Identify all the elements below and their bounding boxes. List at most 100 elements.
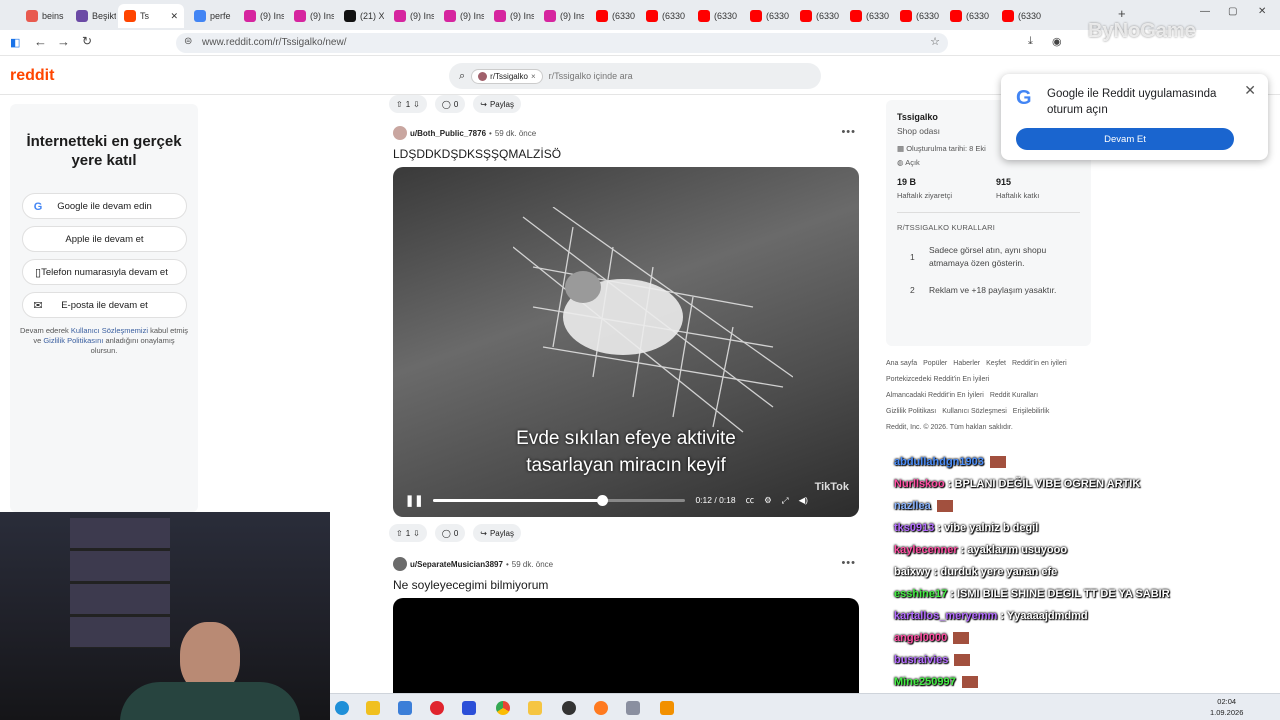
vlc-icon[interactable] xyxy=(660,701,674,715)
user-agreement-link[interactable]: Kullanıcı Sözleşmemizi xyxy=(71,326,148,335)
pause-icon[interactable]: ❚❚ xyxy=(405,494,423,507)
search-input[interactable]: ⌕ r/Tssigalko × r/Tssigalko içinde ara xyxy=(449,63,821,89)
browser-tab[interactable]: (6330 xyxy=(590,4,638,28)
minimize-icon[interactable]: — xyxy=(1200,6,1210,17)
comments-button[interactable]: ◯ 0 xyxy=(434,95,466,113)
browser-tab[interactable]: (6330 xyxy=(692,4,740,28)
post-title[interactable]: LDŞDDKDŞDKSŞŞQMALZİSÖ xyxy=(393,147,561,161)
app-icon[interactable] xyxy=(462,701,476,715)
browser-tab[interactable]: (6330 xyxy=(844,4,892,28)
app-icon[interactable] xyxy=(626,701,640,715)
store-icon[interactable] xyxy=(366,701,380,715)
video-player[interactable]: Evde sıkılan efeye aktivite tasarlayan m… xyxy=(393,167,859,517)
taskbar-clock[interactable]: 02:04 1.09.2026 xyxy=(1210,696,1243,718)
download-icon[interactable]: ⤓ xyxy=(1028,35,1033,48)
browser-tab[interactable]: Beşikt xyxy=(70,4,116,28)
chrome-icon[interactable] xyxy=(496,701,510,715)
continue-button[interactable]: Devam Et xyxy=(1016,128,1234,150)
captions-icon[interactable]: ㏄ xyxy=(746,494,755,506)
email-signin-button[interactable]: ✉ E-posta ile devam et xyxy=(22,292,187,318)
google-signin-button[interactable]: G Google ile devam edin xyxy=(22,193,187,219)
post-author[interactable]: u/SeparateMusician3897 xyxy=(410,560,503,569)
apple-signin-button[interactable]: Apple ile devam et xyxy=(22,226,187,252)
comments-button[interactable]: ◯ 0 xyxy=(434,524,466,542)
footer-link[interactable]: Keşfet xyxy=(986,360,1006,367)
new-tab-icon[interactable]: + xyxy=(1118,6,1126,21)
browser-tab[interactable]: (9) Ins xyxy=(488,4,534,28)
footer-link[interactable]: Reddit, Inc. © 2026. Tüm hakları saklıdı… xyxy=(886,424,1013,431)
close-icon[interactable]: × xyxy=(531,72,536,81)
browser-tab[interactable]: (6330 xyxy=(944,4,992,28)
footer-link[interactable]: Reddit Kuralları xyxy=(990,392,1038,399)
footer-link[interactable]: Erişilebilirlik xyxy=(1013,408,1050,415)
footer-link[interactable]: Almancadaki Reddit'in En İyileri xyxy=(886,392,984,399)
post-options-icon[interactable]: ••• xyxy=(841,126,856,138)
browser-tab[interactable]: (9) Ins xyxy=(538,4,584,28)
close-icon[interactable]: ✕ xyxy=(1244,82,1256,99)
video-player[interactable] xyxy=(393,598,859,693)
app-icon[interactable] xyxy=(398,701,412,715)
footer-link[interactable]: Portekizcedeki Reddit'in En İyileri xyxy=(886,376,989,383)
settings-gear-icon[interactable]: ⚙ xyxy=(764,495,772,506)
browser-tab[interactable]: (6330 xyxy=(640,4,688,28)
browser-tab[interactable]: (9) Ins xyxy=(438,4,484,28)
bookmark-star-icon[interactable]: ☆ xyxy=(930,35,940,48)
footer-link[interactable]: Popüler xyxy=(923,360,947,367)
volume-icon[interactable]: ◀) xyxy=(799,495,808,506)
footer-link[interactable]: Haberler xyxy=(953,360,980,367)
avatar[interactable] xyxy=(393,557,407,571)
subreddit-chip[interactable]: r/Tssigalko × xyxy=(471,68,543,84)
downvote-icon[interactable]: ⇩ xyxy=(413,100,420,109)
privacy-policy-link[interactable]: Gizlilik Politikasını xyxy=(43,336,103,345)
maximize-icon[interactable]: ▢ xyxy=(1228,6,1237,17)
browser-tab[interactable]: (6330 xyxy=(894,4,942,28)
vote-pill[interactable]: ⇧ 1 ⇩ xyxy=(389,95,427,113)
browser-tab[interactable]: perfe xyxy=(188,4,234,28)
share-button[interactable]: ↪ Paylaş xyxy=(473,95,521,113)
browser-tab[interactable]: (6330 xyxy=(794,4,842,28)
footer-link[interactable]: Gizlilik Politikası xyxy=(886,408,936,415)
sidebar-toggle-icon[interactable]: ◧ xyxy=(10,36,20,49)
share-button[interactable]: ↪ Paylaş xyxy=(473,524,521,542)
address-bar[interactable]: ⊜ www.reddit.com/r/Tssigalko/new/ ☆ xyxy=(176,33,948,53)
browser-tab[interactable]: (9) Ins xyxy=(388,4,434,28)
browser-tab[interactable]: (9) Ins xyxy=(288,4,334,28)
upvote-icon[interactable]: ⇧ xyxy=(396,529,403,538)
obs-icon[interactable] xyxy=(562,701,576,715)
post-author[interactable]: u/Both_Public_7876 xyxy=(410,129,486,138)
browser-tab[interactable]: Ts ✕ xyxy=(118,4,184,28)
footer-link[interactable]: Kullanıcı Sözleşmesi xyxy=(942,408,1007,415)
sidebar-divider xyxy=(897,212,1080,213)
upvote-icon[interactable]: ⇧ xyxy=(396,100,403,109)
folder-icon[interactable] xyxy=(528,701,542,715)
forward-icon[interactable]: → xyxy=(57,34,70,49)
post-options-icon[interactable]: ••• xyxy=(841,557,856,569)
firefox-icon[interactable] xyxy=(594,701,608,715)
browser-tab[interactable]: (6330 xyxy=(996,4,1044,28)
close-window-icon[interactable]: ✕ xyxy=(1258,6,1266,17)
browser-tab[interactable]: (21) X xyxy=(338,4,384,28)
downvote-icon[interactable]: ⇩ xyxy=(413,529,420,538)
reload-icon[interactable]: ↻ xyxy=(82,34,92,48)
post-title[interactable]: Ne soyleyecegimi bilmiyorum xyxy=(393,578,548,592)
site-info-icon[interactable]: ⊜ xyxy=(184,36,192,47)
tab-close-icon[interactable]: ✕ xyxy=(170,11,178,22)
browser-tab[interactable]: beins xyxy=(20,4,66,28)
opera-icon[interactable] xyxy=(430,701,444,715)
phone-signin-button[interactable]: ▯ Telefon numarasıyla devam et xyxy=(22,259,187,285)
browser-tab[interactable]: (6330 xyxy=(744,4,792,28)
rule-item[interactable]: 1 Sadece görsel atın, aynı shopu atmamay… xyxy=(897,244,1082,270)
footer-link[interactable]: Ana sayfa xyxy=(886,360,917,367)
browser-tab[interactable]: (9) Ins xyxy=(238,4,284,28)
fullscreen-icon[interactable]: ⤢ xyxy=(782,495,789,506)
video-scrubber-handle[interactable] xyxy=(596,494,608,506)
profile-icon[interactable]: ◉ xyxy=(1052,35,1062,48)
footer-link[interactable]: Reddit'in en iyileri xyxy=(1012,360,1067,367)
video-progress-bar[interactable] xyxy=(433,494,686,506)
reddit-logo[interactable]: reddit xyxy=(10,67,54,85)
avatar[interactable] xyxy=(393,126,407,140)
back-icon[interactable]: ← xyxy=(34,34,47,49)
edge-icon[interactable] xyxy=(335,701,349,715)
rule-item[interactable]: 2 Reklam ve +18 paylaşım yasaktır. xyxy=(897,284,1082,297)
vote-pill[interactable]: ⇧ 1 ⇩ xyxy=(389,524,427,542)
